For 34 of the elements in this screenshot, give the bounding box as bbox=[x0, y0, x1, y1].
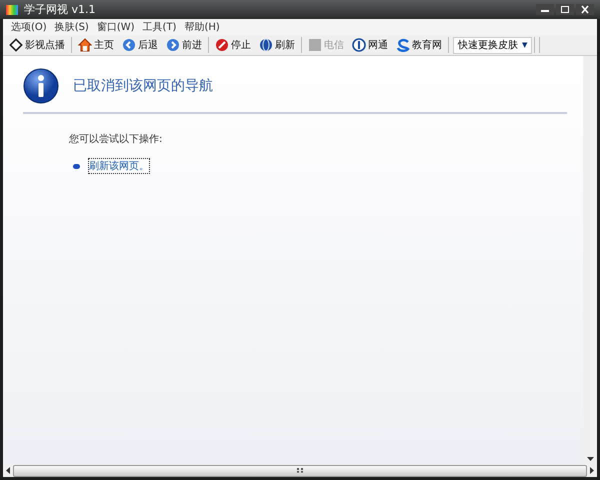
globe-icon bbox=[259, 38, 273, 52]
scroll-right-icon[interactable] bbox=[590, 467, 594, 474]
minimize-icon[interactable] bbox=[536, 4, 554, 15]
toolbar-button[interactable]: 后退 bbox=[118, 36, 162, 54]
bullet-icon bbox=[73, 164, 80, 168]
toolbar-button[interactable]: 主页 bbox=[74, 36, 118, 54]
hint-text: 您可以尝试以下操作: bbox=[69, 132, 164, 146]
app-logo-icon bbox=[6, 4, 18, 14]
stop-icon bbox=[215, 38, 229, 52]
menu-item[interactable]: 换肤(S) bbox=[50, 20, 93, 34]
toolbar-button[interactable]: 教育网 bbox=[392, 36, 446, 54]
maximize-icon[interactable] bbox=[556, 4, 574, 15]
menu-item[interactable]: 选项(O) bbox=[7, 20, 51, 34]
toolbar-button[interactable]: 刷新 bbox=[255, 36, 299, 54]
scroll-down-icon[interactable] bbox=[586, 457, 594, 461]
circle-icon bbox=[352, 38, 366, 52]
toolbar-button[interactable]: 网通 bbox=[348, 36, 392, 54]
swirl-icon bbox=[396, 38, 410, 52]
menu-item[interactable]: 帮助(H) bbox=[180, 20, 224, 34]
refresh-link[interactable]: 刷新该网页。 bbox=[88, 158, 150, 174]
toolbar-button[interactable]: 停止 bbox=[211, 36, 255, 54]
diamond-icon bbox=[9, 38, 23, 52]
toolbar-button[interactable]: 前进 bbox=[162, 36, 206, 54]
window-title: 学子网视 v1.1 bbox=[24, 2, 96, 17]
page-heading: 已取消到该网页的导航 bbox=[73, 77, 213, 95]
scrollbar-thumb[interactable] bbox=[13, 464, 587, 476]
info-icon bbox=[23, 68, 59, 104]
close-icon[interactable] bbox=[576, 4, 594, 15]
toolbar-button[interactable]: 影视点播 bbox=[5, 36, 69, 54]
square-icon bbox=[308, 38, 322, 52]
scroll-left-icon[interactable] bbox=[6, 467, 10, 474]
menu-item[interactable]: 窗口(W) bbox=[92, 20, 139, 34]
menu-item[interactable]: 工具(T) bbox=[138, 20, 180, 34]
house-icon bbox=[78, 38, 92, 52]
